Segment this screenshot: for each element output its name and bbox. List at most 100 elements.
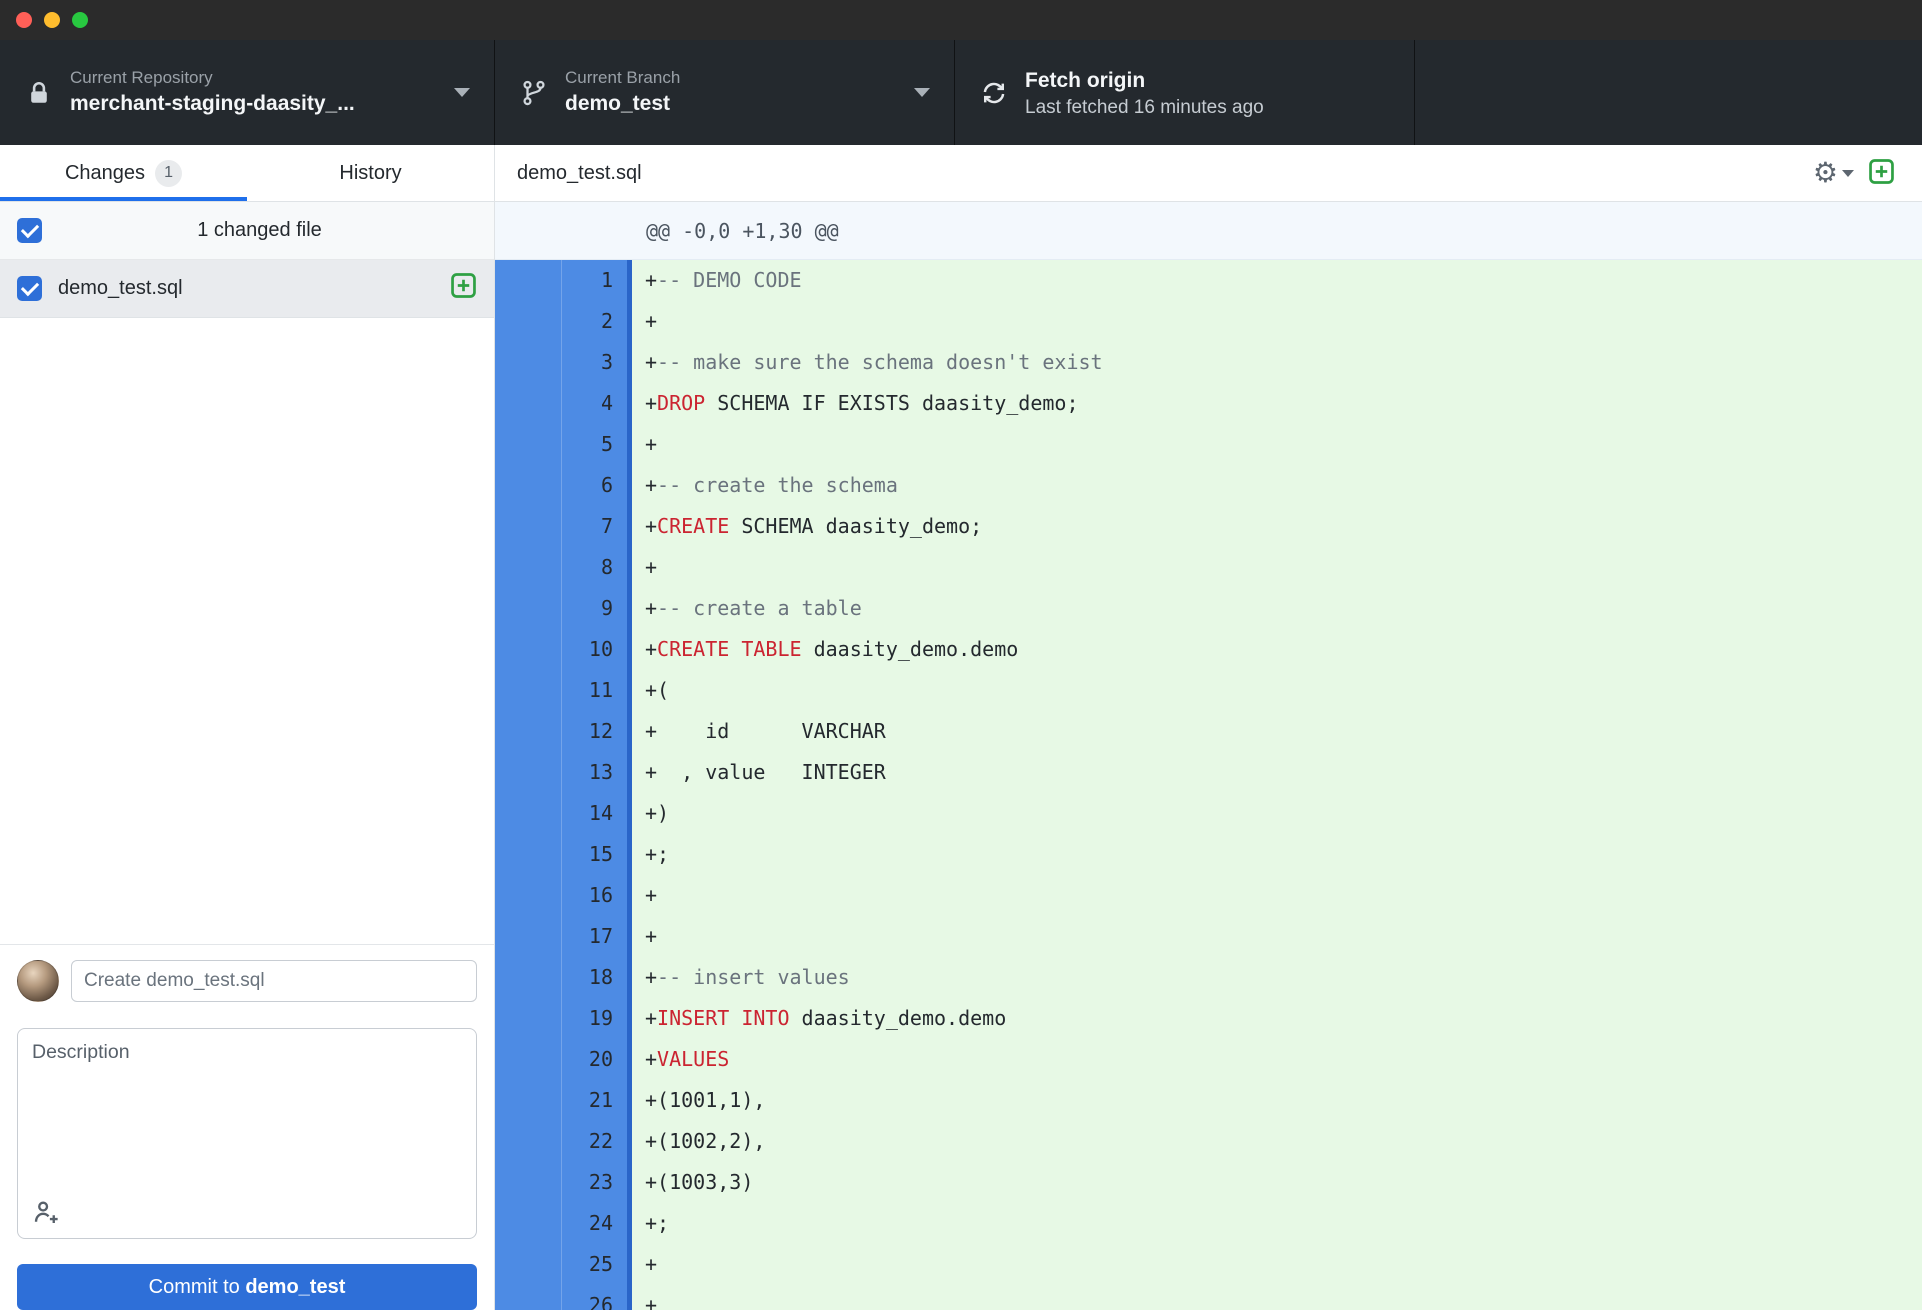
diff-old-line-gutter[interactable] — [495, 793, 561, 834]
diff-new-line-number[interactable]: 10 — [561, 629, 627, 670]
diff-line-row[interactable]: 23 +(1003,3) — [495, 1162, 1922, 1203]
diff-line-row[interactable]: 25 + — [495, 1244, 1922, 1285]
diff-old-line-gutter[interactable] — [495, 1121, 561, 1162]
minimize-window-button[interactable] — [44, 12, 60, 28]
diff-new-line-number[interactable]: 2 — [561, 301, 627, 342]
diff-old-line-gutter[interactable] — [495, 547, 561, 588]
diff-old-line-gutter[interactable] — [495, 1244, 561, 1285]
select-all-checkbox[interactable] — [17, 218, 42, 243]
diff-old-line-gutter[interactable] — [495, 916, 561, 957]
diff-options-button[interactable]: ⚙ — [1813, 159, 1854, 187]
diff-new-line-number[interactable]: 18 — [561, 957, 627, 998]
diff-line-row[interactable]: 4 +DROP SCHEMA IF EXISTS daasity_demo; — [495, 383, 1922, 424]
diff-old-line-gutter[interactable] — [495, 629, 561, 670]
diff-new-line-number[interactable]: 4 — [561, 383, 627, 424]
file-checkbox[interactable] — [17, 276, 42, 301]
diff-line-row[interactable]: 6 +-- create the schema — [495, 465, 1922, 506]
diff-old-line-gutter[interactable] — [495, 834, 561, 875]
diff-line-row[interactable]: 10 +CREATE TABLE daasity_demo.demo — [495, 629, 1922, 670]
add-coauthor-button[interactable] — [30, 1198, 62, 1230]
diff-new-line-number[interactable]: 17 — [561, 916, 627, 957]
diff-line-code: + , value INTEGER — [632, 752, 1922, 793]
include-file-button[interactable] — [1868, 158, 1895, 188]
diff-new-line-number[interactable]: 11 — [561, 670, 627, 711]
tab-history[interactable]: History — [247, 145, 494, 201]
chevron-down-icon — [914, 88, 930, 97]
diff-new-line-number[interactable]: 16 — [561, 875, 627, 916]
diff-new-line-number[interactable]: 13 — [561, 752, 627, 793]
diff-old-line-gutter[interactable] — [495, 1039, 561, 1080]
diff-new-line-number[interactable]: 6 — [561, 465, 627, 506]
diff-line-row[interactable]: 7 +CREATE SCHEMA daasity_demo; — [495, 506, 1922, 547]
diff-line-row[interactable]: 1 +-- DEMO CODE — [495, 260, 1922, 301]
diff-line-code: +-- make sure the schema doesn't exist — [632, 342, 1922, 383]
diff-old-line-gutter[interactable] — [495, 342, 561, 383]
diff-line-row[interactable]: 24 +; — [495, 1203, 1922, 1244]
current-branch-dropdown[interactable]: Current Branch demo_test — [495, 40, 955, 145]
diff-new-line-number[interactable]: 25 — [561, 1244, 627, 1285]
hunk-header[interactable]: @@ -0,0 +1,30 @@ — [495, 202, 1922, 260]
commit-description-input[interactable] — [32, 1041, 462, 1191]
diff-new-line-number[interactable]: 24 — [561, 1203, 627, 1244]
diff-line-row[interactable]: 16 + — [495, 875, 1922, 916]
diff-old-line-gutter[interactable] — [495, 424, 561, 465]
diff-line-row[interactable]: 14 +) — [495, 793, 1922, 834]
diff-new-line-number[interactable]: 8 — [561, 547, 627, 588]
diff-new-line-number[interactable]: 9 — [561, 588, 627, 629]
diff-line-row[interactable]: 22 +(1002,2), — [495, 1121, 1922, 1162]
diff-old-line-gutter[interactable] — [495, 1162, 561, 1203]
diff-line-code: +CREATE SCHEMA daasity_demo; — [632, 506, 1922, 547]
diff-new-line-number[interactable]: 22 — [561, 1121, 627, 1162]
diff-new-line-number[interactable]: 26 — [561, 1285, 627, 1310]
diff-line-row[interactable]: 20 +VALUES — [495, 1039, 1922, 1080]
diff-old-line-gutter[interactable] — [495, 383, 561, 424]
diff-new-line-number[interactable]: 1 — [561, 260, 627, 301]
diff-old-line-gutter[interactable] — [495, 1080, 561, 1121]
diff-old-line-gutter[interactable] — [495, 260, 561, 301]
diff-old-line-gutter[interactable] — [495, 1285, 561, 1310]
diff-old-line-gutter[interactable] — [495, 301, 561, 342]
commit-summary-input[interactable] — [71, 960, 477, 1002]
diff-line-row[interactable]: 21 +(1001,1), — [495, 1080, 1922, 1121]
diff-new-line-number[interactable]: 23 — [561, 1162, 627, 1203]
commit-button[interactable]: Commit to demo_test — [17, 1264, 477, 1310]
maximize-window-button[interactable] — [72, 12, 88, 28]
diff-old-line-gutter[interactable] — [495, 1203, 561, 1244]
diff-line-row[interactable]: 11 +( — [495, 670, 1922, 711]
diff-new-line-number[interactable]: 7 — [561, 506, 627, 547]
diff-line-row[interactable]: 15 +; — [495, 834, 1922, 875]
current-repository-dropdown[interactable]: Current Repository merchant-staging-daas… — [0, 40, 495, 145]
diff-old-line-gutter[interactable] — [495, 752, 561, 793]
diff-old-line-gutter[interactable] — [495, 506, 561, 547]
diff-new-line-number[interactable]: 3 — [561, 342, 627, 383]
diff-new-line-number[interactable]: 15 — [561, 834, 627, 875]
close-window-button[interactable] — [16, 12, 32, 28]
diff-old-line-gutter[interactable] — [495, 588, 561, 629]
diff-line-row[interactable]: 9 +-- create a table — [495, 588, 1922, 629]
diff-line-row[interactable]: 13 + , value INTEGER — [495, 752, 1922, 793]
diff-new-line-number[interactable]: 19 — [561, 998, 627, 1039]
diff-line-row[interactable]: 3 +-- make sure the schema doesn't exist — [495, 342, 1922, 383]
diff-line-row[interactable]: 17 + — [495, 916, 1922, 957]
tab-changes[interactable]: Changes 1 — [0, 145, 247, 201]
diff-old-line-gutter[interactable] — [495, 957, 561, 998]
diff-old-line-gutter[interactable] — [495, 465, 561, 506]
diff-line-row[interactable]: 26 + — [495, 1285, 1922, 1310]
diff-old-line-gutter[interactable] — [495, 711, 561, 752]
diff-new-line-number[interactable]: 21 — [561, 1080, 627, 1121]
diff-line-row[interactable]: 19 +INSERT INTO daasity_demo.demo — [495, 998, 1922, 1039]
diff-line-row[interactable]: 2 + — [495, 301, 1922, 342]
diff-line-row[interactable]: 8 + — [495, 547, 1922, 588]
diff-old-line-gutter[interactable] — [495, 998, 561, 1039]
diff-line-row[interactable]: 12 + id VARCHAR — [495, 711, 1922, 752]
diff-new-line-number[interactable]: 14 — [561, 793, 627, 834]
diff-line-row[interactable]: 5 + — [495, 424, 1922, 465]
diff-new-line-number[interactable]: 20 — [561, 1039, 627, 1080]
file-row-demo-test-sql[interactable]: demo_test.sql — [0, 260, 494, 318]
diff-old-line-gutter[interactable] — [495, 670, 561, 711]
diff-line-row[interactable]: 18 +-- insert values — [495, 957, 1922, 998]
fetch-origin-button[interactable]: Fetch origin Last fetched 16 minutes ago — [955, 40, 1415, 145]
diff-new-line-number[interactable]: 5 — [561, 424, 627, 465]
diff-new-line-number[interactable]: 12 — [561, 711, 627, 752]
diff-old-line-gutter[interactable] — [495, 875, 561, 916]
